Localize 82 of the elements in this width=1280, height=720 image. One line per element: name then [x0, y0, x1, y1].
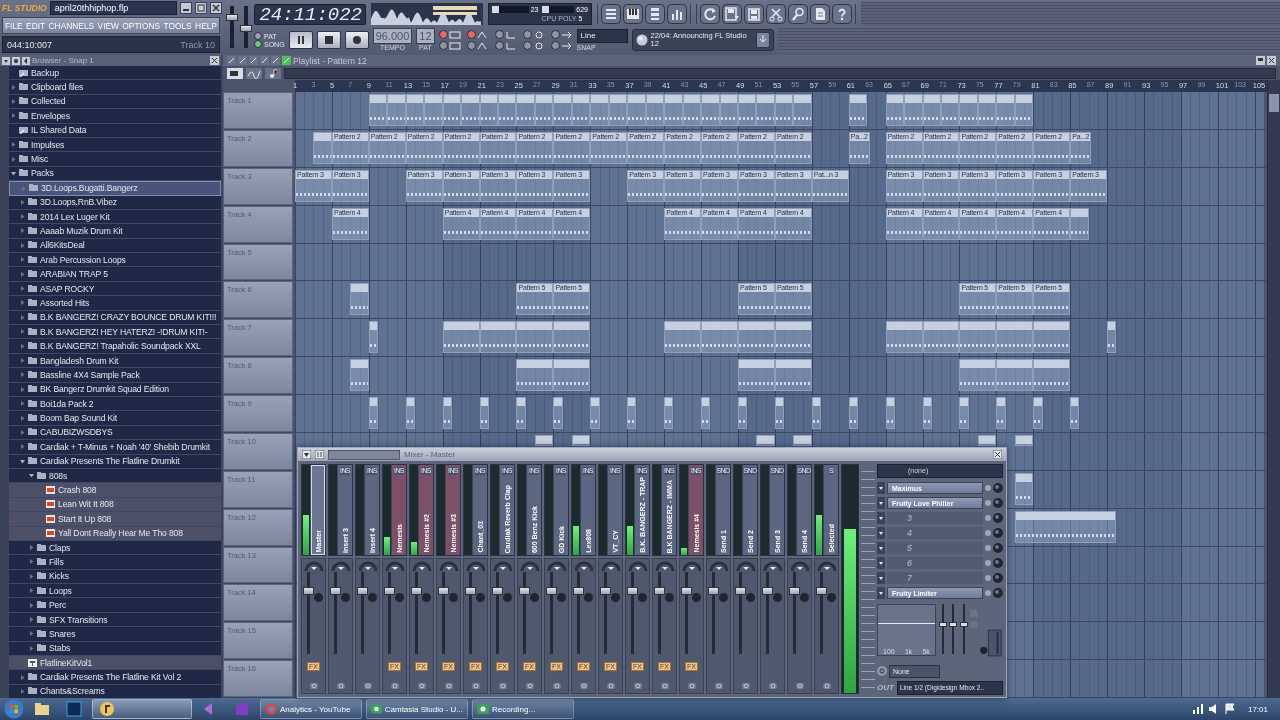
item-label: B.K BANGERZ! Trapaholic Soundpack XXL	[40, 341, 201, 352]
clock: 17:01	[1246, 704, 1269, 714]
browser-item[interactable]: FlatlineKitVol1	[9, 656, 221, 671]
taskbar-button[interactable]: Camtasia Studio - U...	[366, 699, 468, 719]
browser-item[interactable]: 3D.Loops.Bugatti.Bangerz	[9, 181, 221, 196]
item-label: Cardiak Presents The Flatline Drumkit	[40, 456, 180, 467]
browser-item[interactable]: Loops	[9, 584, 221, 599]
app-logo: FL STUDIO	[2, 3, 47, 13]
item-label: Packs	[31, 168, 54, 179]
item-label: Snares	[49, 628, 76, 639]
browser-item[interactable]: ARABIAN TRAP 5	[9, 267, 221, 282]
item-label: CABUBIZWSDBYS	[40, 427, 113, 438]
item-label: Claps	[49, 542, 71, 553]
project-title: april20thhiphop.flp	[49, 1, 177, 15]
item-label: Bassline 4X4 Sample Pack	[40, 369, 140, 380]
item-label: Boom Bap Sound Kit	[40, 413, 118, 424]
browser-item[interactable]: Aaaab Muzik Drum Kit	[9, 224, 221, 239]
browser-item[interactable]: Bassline 4X4 Sample Pack	[9, 368, 221, 383]
browser-item[interactable]: Arab Percussion Loops	[9, 253, 221, 268]
item-label: SFX Transitions	[49, 614, 108, 625]
item-label: Lean Wit It 808	[58, 499, 114, 510]
item-label: Perc	[49, 600, 67, 611]
browser-title: Browser - Snap 1	[32, 56, 95, 65]
item-label: BK Bangerz Drumkit Squad Edition	[40, 384, 169, 395]
item-label: IL Shared Data	[31, 125, 87, 136]
item-label: 2014 Lex Luger Kit	[40, 211, 110, 222]
item-label: Impulses	[31, 139, 65, 150]
item-label: Loops	[49, 585, 72, 596]
item-label: Start It Up 808	[58, 513, 112, 524]
browser-item[interactable]: Misc	[9, 152, 221, 167]
browser-item[interactable]: Crash 808	[9, 483, 221, 498]
browser-item[interactable]: Boom Bap Sound Kit	[9, 411, 221, 426]
item-label: All6KitsDeal	[40, 240, 85, 251]
item-label: 3D.Loops.RnB.Vibez	[40, 197, 117, 208]
browser-item[interactable]: Backup	[9, 66, 221, 81]
item-label: Bangladesh Drum Kit	[40, 355, 119, 366]
browser-item[interactable]: B.K BANGERZ! Trapaholic Soundpack XXL	[9, 339, 221, 354]
item-label: Fills	[49, 556, 64, 567]
item-label: Stabs	[49, 643, 71, 654]
item-label: Chants&Screams	[40, 686, 105, 697]
browser-item[interactable]: Clipboard files	[9, 80, 221, 95]
browser-item[interactable]: Fills	[9, 555, 221, 570]
hint-text: Track 10	[180, 39, 215, 50]
item-label: Crash 808	[58, 485, 97, 495]
item-label: B.K BANGERZ! CRAZY BOUNCE DRUM KIT!!!	[40, 312, 217, 323]
snap-dropdown[interactable]: Line	[576, 28, 628, 43]
browser-item[interactable]: Snares	[9, 627, 221, 642]
item-label: 808s	[49, 470, 68, 481]
time-display: 24:11:022	[254, 3, 366, 25]
mixer-title: Mixer - Master	[404, 450, 457, 459]
item-label: Kicks	[49, 571, 69, 582]
browser-item[interactable]: Cardiak + T-Minus + Noah '40' Shebib Drumkit	[9, 440, 221, 455]
item-label: Misc	[31, 154, 49, 165]
item-label: Arab Percussion Loops	[40, 254, 126, 265]
item-label: FlatlineKitVol1	[40, 657, 93, 668]
item-label: Yall Dont Really Hear Me Tho 808	[58, 528, 183, 539]
playlist-title: Playlist - Pattern 12	[293, 55, 368, 66]
browser-item[interactable]: Assorted Hits	[9, 296, 221, 311]
taskbar-button[interactable]: Recording...	[472, 699, 574, 719]
tempo-display[interactable]: 96.000	[372, 28, 413, 44]
item-label: B.K BANGERZ! HEY HATERZ! -!DRUM KIT!-	[40, 326, 208, 337]
item-label: Boi1da Pack 2	[40, 398, 94, 409]
item-label: Backup	[31, 67, 59, 78]
item-label: Assorted Hits	[40, 297, 90, 308]
pattern-display[interactable]: 12	[416, 28, 435, 44]
item-label: Cardiak + T-Minus + Noah '40' Shebib Drumkit	[40, 441, 210, 452]
item-label: Aaaab Muzik Drum Kit	[40, 226, 123, 236]
browser-item[interactable]: Start It Up 808	[9, 512, 221, 527]
item-label: 3D.Loops.Bugatti.Bangerz	[41, 183, 138, 194]
item-label: ASAP ROCKY	[40, 283, 95, 294]
browser-item[interactable]: Perc	[9, 598, 221, 613]
output-label: OUT	[877, 683, 894, 692]
item-label: ARABIAN TRAP 5	[40, 269, 108, 280]
taskbar-button[interactable]: Analytics - YouTube	[260, 699, 362, 719]
browser-item[interactable]: Cardiak Presents The Flatline Kit Vol 2	[9, 670, 221, 685]
item-label: Clipboard files	[31, 82, 84, 93]
hint-text: 044:10:007	[7, 39, 53, 50]
item-label: Cardiak Presents The Flatline Kit Vol 2	[40, 672, 182, 683]
item-label: Envelopes	[31, 110, 70, 121]
item-label: Collected	[31, 96, 66, 107]
browser-item[interactable]: Envelopes	[9, 109, 221, 124]
browser-item[interactable]: B.K BANGERZ! HEY HATERZ! -!DRUM KIT!-	[9, 325, 221, 340]
